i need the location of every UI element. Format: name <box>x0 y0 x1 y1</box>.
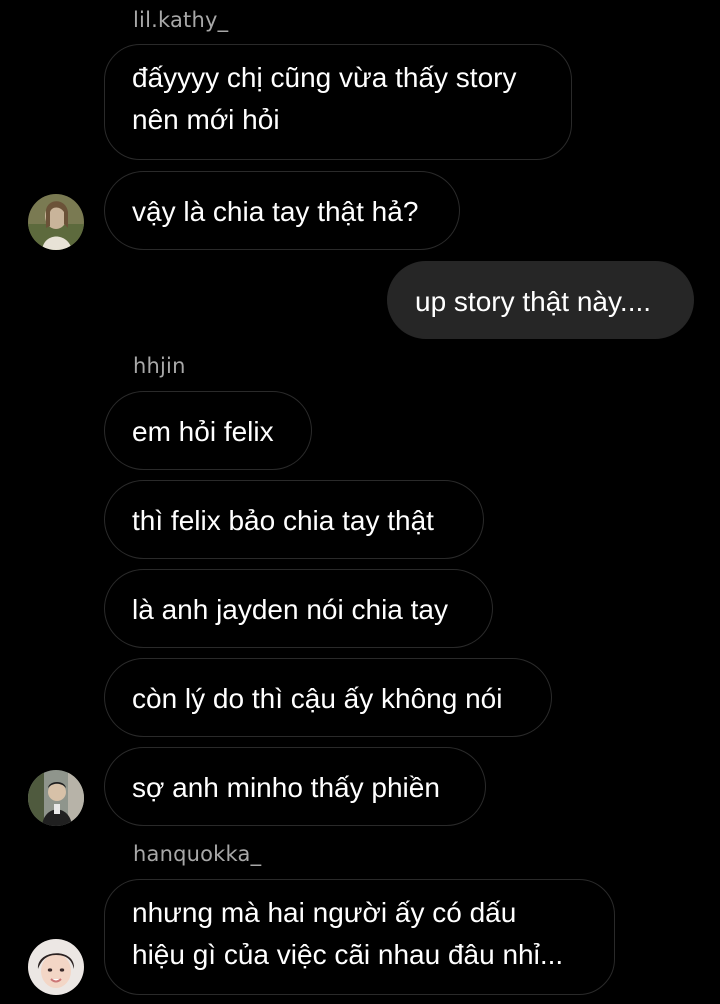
message-text: em hỏi felix <box>132 416 274 447</box>
sender-name: hanquokka_ <box>133 842 262 866</box>
message-bubble[interactable]: nhưng mà hai người ấy có dấu hiệu gì của… <box>104 879 615 995</box>
user-avatar-photo-icon[interactable] <box>28 939 84 995</box>
message-text-line: hiệu gì của việc cãi nhau đâu nhỉ... <box>132 939 564 970</box>
my-message-bubble[interactable]: up story thật này.... <box>387 261 694 339</box>
sender-name: hhjin <box>133 354 186 378</box>
message-bubble[interactable]: đấyyyy chị cũng vừa thấy story nên mới h… <box>104 44 572 160</box>
user-avatar-photo-icon[interactable] <box>28 770 84 826</box>
message-bubble[interactable]: là anh jayden nói chia tay <box>104 569 493 648</box>
message-text: up story thật này.... <box>415 286 652 317</box>
message-bubble[interactable]: thì felix bảo chia tay thật <box>104 480 484 559</box>
message-text: sợ anh minho thấy phiền <box>132 772 440 803</box>
message-text: vậy là chia tay thật hả? <box>132 196 419 227</box>
message-text: thì felix bảo chia tay thật <box>132 505 434 536</box>
message-text-line: đấyyyy chị cũng vừa thấy story <box>132 62 517 93</box>
message-bubble[interactable]: vậy là chia tay thật hả? <box>104 171 460 250</box>
sender-name: lil.kathy_ <box>133 8 229 32</box>
message-text-line: nên mới hỏi <box>132 104 280 135</box>
message-bubble[interactable]: em hỏi felix <box>104 391 312 470</box>
message-bubble[interactable]: còn lý do thì cậu ấy không nói <box>104 658 552 737</box>
message-text-line: nhưng mà hai người ấy có dấu <box>132 897 517 928</box>
message-text: còn lý do thì cậu ấy không nói <box>132 683 503 714</box>
user-avatar-photo-icon[interactable] <box>28 194 84 250</box>
message-bubble[interactable]: sợ anh minho thấy phiền <box>104 747 486 826</box>
message-text: là anh jayden nói chia tay <box>132 594 448 625</box>
